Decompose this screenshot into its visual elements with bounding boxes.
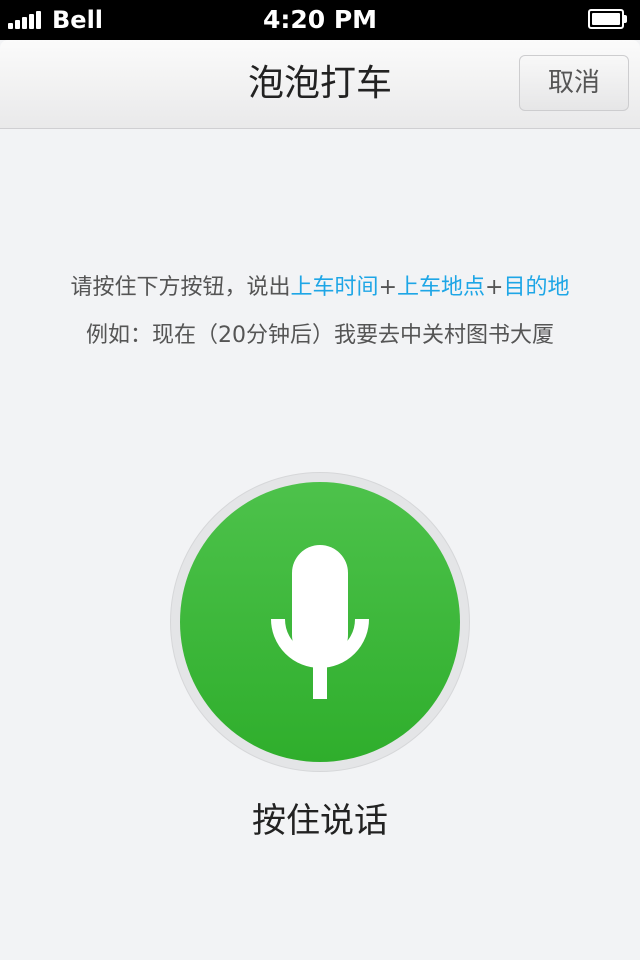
- pickup-place-hint: 上车地点: [397, 275, 486, 300]
- destination-hint: 目的地: [503, 275, 570, 300]
- status-bar: Bell 4:20 PM: [0, 0, 640, 40]
- status-time: 4:20 PM: [262, 5, 378, 34]
- example-line: 例如：现在（20分钟后）我要去中关村图书大厦: [86, 323, 554, 348]
- plus-sign: +: [485, 275, 504, 300]
- battery-icon: [588, 9, 628, 29]
- cancel-button[interactable]: 取消: [519, 55, 629, 111]
- hold-to-talk-label: 按住说话: [252, 801, 388, 841]
- pickup-time-hint: 上车时间: [290, 275, 379, 300]
- instruction-prefix: 请按住下方按钮，说出: [70, 275, 291, 300]
- plus-sign: +: [378, 275, 397, 300]
- instructions: 请按住下方按钮，说出上车时间+上车地点+目的地 例如：现在（20分钟后）我要去中…: [0, 268, 640, 356]
- microphone-icon: [271, 545, 369, 699]
- navigation-bar: 泡泡打车 取消: [0, 40, 640, 129]
- instruction-line: 请按住下方按钮，说出上车时间+上车地点+目的地: [0, 268, 640, 308]
